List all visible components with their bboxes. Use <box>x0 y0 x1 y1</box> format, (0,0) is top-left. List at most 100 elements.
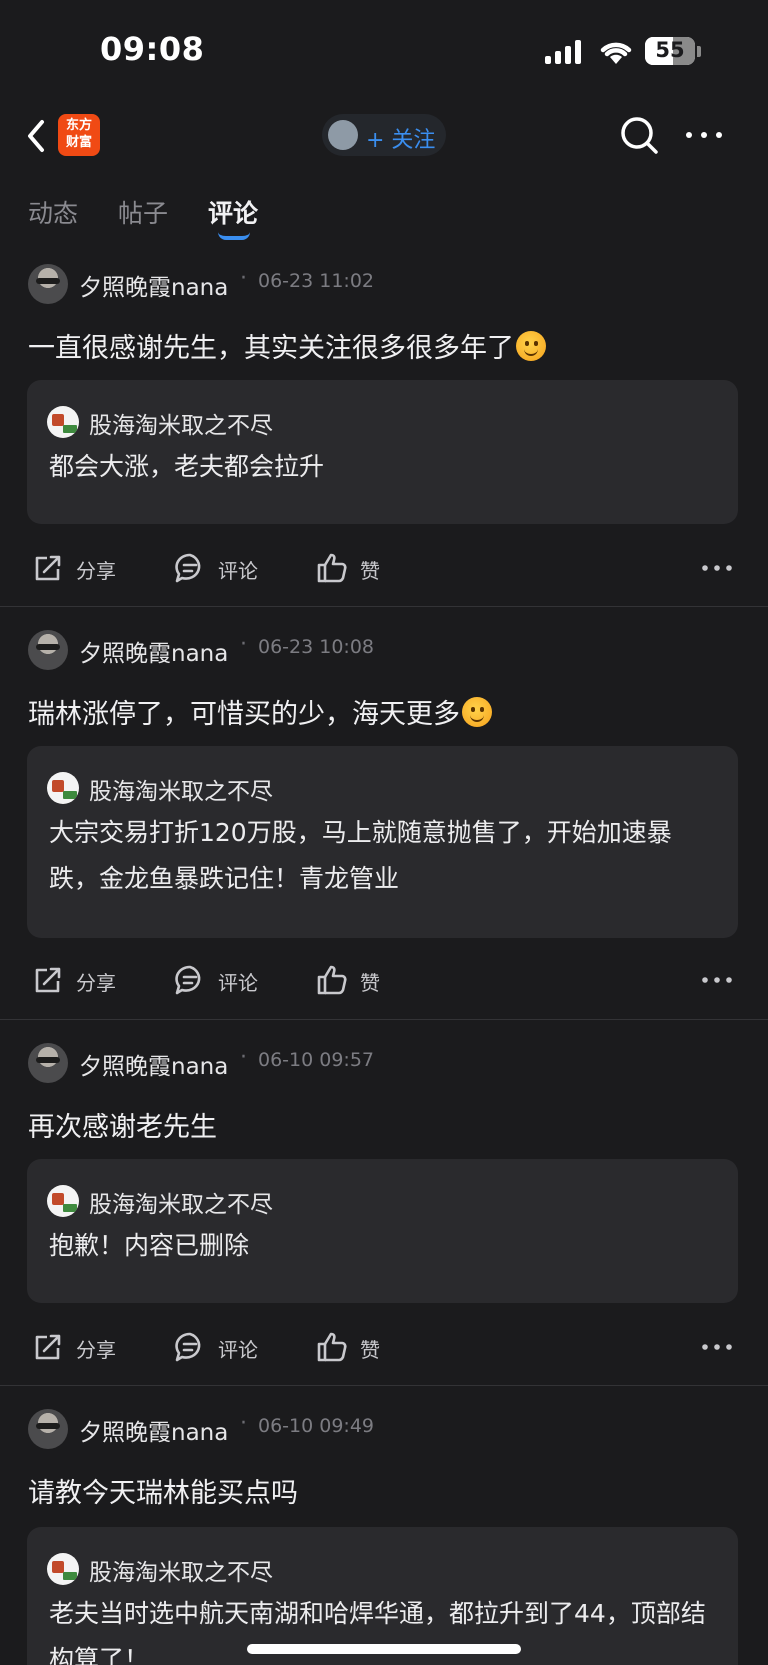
battery-icon: 55 <box>645 37 695 65</box>
timestamp: 06-23 10:08 <box>258 636 375 658</box>
comment-item: 夕照晚霞nana · 06-23 11:02 一直很感谢先生，其实关注很多很多年… <box>0 262 768 608</box>
divider <box>0 1385 768 1386</box>
timestamp: 06-10 09:57 <box>258 1049 375 1071</box>
comment-label: 评论 <box>218 971 258 995</box>
logo-line-1: 东方 <box>65 118 92 133</box>
comment-button[interactable]: 评论 <box>174 1325 264 1369</box>
tab-posts[interactable]: 帖子 <box>118 194 168 230</box>
like-label: 赞 <box>360 971 380 995</box>
like-label: 赞 <box>360 559 380 583</box>
quoted-author: 股海淘米取之不尽 <box>89 413 273 439</box>
status-time: 09:08 <box>100 30 205 68</box>
like-button[interactable]: 赞 <box>316 546 396 590</box>
like-button[interactable]: 赞 <box>316 1325 396 1369</box>
quoted-header: 股海淘米取之不尽 <box>47 404 647 440</box>
search-icon[interactable] <box>618 114 660 156</box>
logo-line-2: 财富 <box>65 135 92 150</box>
action-bar: 分享 评论 赞 <box>0 1325 768 1369</box>
more-options-icon[interactable] <box>682 114 726 156</box>
share-button[interactable]: 分享 <box>32 1325 122 1369</box>
tab-dynamics[interactable]: 动态 <box>28 194 78 230</box>
comment-text-content: 一直很感谢先生，其实关注很多很多年了 <box>28 333 514 364</box>
thumbs-up-icon <box>317 1332 347 1362</box>
comment-header: 夕照晚霞nana · 06-10 09:49 <box>28 1407 728 1451</box>
back-arrow-icon[interactable] <box>22 116 52 156</box>
more-icon[interactable] <box>700 1333 734 1361</box>
timestamp: 06-10 09:49 <box>258 1415 375 1437</box>
tab-comments[interactable]: 评论 <box>208 194 258 230</box>
profile-avatar <box>328 120 358 150</box>
action-bar: 分享 评论 赞 <box>0 958 768 1002</box>
comment-item: 夕照晚霞nana · 06-10 09:49 请教今天瑞林能买点吗 股海淘米取之… <box>0 1407 768 1665</box>
comment-header: 夕照晚霞nana · 06-23 11:02 <box>28 262 728 306</box>
quoted-author-avatar <box>47 1185 79 1217</box>
avatar[interactable] <box>28 1409 68 1449</box>
quoted-post[interactable]: 股海淘米取之不尽 抱歉！内容已删除 <box>27 1159 738 1303</box>
quoted-text: 大宗交易打折120万股，马上就随意抛售了，开始加速暴跌，金龙鱼暴跌记住！青龙管业 <box>49 818 672 893</box>
quoted-author: 股海淘米取之不尽 <box>89 1560 273 1586</box>
avatar[interactable] <box>28 630 68 670</box>
username[interactable]: 夕照晚霞nana <box>79 634 228 668</box>
comment-text[interactable]: 一直很感谢先生，其实关注很多很多年了 <box>28 326 546 365</box>
avatar[interactable] <box>28 264 68 304</box>
smile-emoji-icon <box>462 697 492 727</box>
comment-text[interactable]: 瑞林涨停了，可惜买的少，海天更多 <box>28 692 492 731</box>
username[interactable]: 夕照晚霞nana <box>79 1047 228 1081</box>
status-bar: 09:08 55 <box>0 0 768 100</box>
share-label: 分享 <box>76 559 116 583</box>
profile-tabs: 动态 帖子 评论 <box>0 178 768 240</box>
share-icon <box>35 1334 61 1360</box>
quoted-author-avatar <box>47 772 79 804</box>
action-bar: 分享 评论 赞 <box>0 546 768 590</box>
username[interactable]: 夕照晚霞nana <box>79 268 228 302</box>
quoted-header: 股海淘米取之不尽 <box>47 1551 647 1587</box>
follow-label: + 关注 <box>366 128 436 153</box>
timestamp: 06-23 11:02 <box>258 270 375 292</box>
comment-header: 夕照晚霞nana · 06-10 09:57 <box>28 1041 728 1085</box>
separator-dot: · <box>240 266 247 291</box>
comment-icon <box>175 965 201 995</box>
thumbs-up-icon <box>317 553 347 583</box>
battery-tip <box>697 46 701 57</box>
comment-icon <box>175 553 201 583</box>
comment-text[interactable]: 请教今天瑞林能买点吗 <box>28 1471 298 1510</box>
comment-text[interactable]: 再次感谢老先生 <box>28 1105 217 1144</box>
quoted-post[interactable]: 股海淘米取之不尽 都会大涨，老夫都会拉升 <box>27 380 738 524</box>
share-button[interactable]: 分享 <box>32 958 122 1002</box>
avatar[interactable] <box>28 1043 68 1083</box>
smile-emoji-icon <box>516 331 546 361</box>
share-icon <box>35 967 61 993</box>
more-icon[interactable] <box>700 554 734 582</box>
app-logo: 东方 财富 <box>58 114 100 156</box>
wifi-icon <box>600 42 632 64</box>
share-button[interactable]: 分享 <box>32 546 122 590</box>
divider <box>0 606 768 607</box>
separator-dot: · <box>240 1411 247 1436</box>
like-button[interactable]: 赞 <box>316 958 396 1002</box>
share-label: 分享 <box>76 1338 116 1362</box>
separator-dot: · <box>240 632 247 657</box>
comment-label: 评论 <box>218 559 258 583</box>
username[interactable]: 夕照晚霞nana <box>79 1413 228 1447</box>
comment-item: 夕照晚霞nana · 06-23 10:08 瑞林涨停了，可惜买的少，海天更多 … <box>0 628 768 1020</box>
quoted-author-avatar <box>47 406 79 438</box>
comment-item: 夕照晚霞nana · 06-10 09:57 再次感谢老先生 股海淘米取之不尽 … <box>0 1041 768 1385</box>
comment-button[interactable]: 评论 <box>174 546 264 590</box>
quoted-header: 股海淘米取之不尽 <box>47 770 647 806</box>
active-tab-indicator <box>218 232 250 240</box>
follow-button[interactable]: + 关注 <box>322 114 446 156</box>
comment-button[interactable]: 评论 <box>174 958 264 1002</box>
like-label: 赞 <box>360 1338 380 1362</box>
quoted-author-avatar <box>47 1553 79 1585</box>
comment-text-content: 瑞林涨停了，可惜买的少，海天更多 <box>28 699 460 730</box>
quoted-post[interactable]: 股海淘米取之不尽 大宗交易打折120万股，马上就随意抛售了，开始加速暴跌，金龙鱼… <box>27 746 738 938</box>
comment-header: 夕照晚霞nana · 06-23 10:08 <box>28 628 728 672</box>
comment-icon <box>175 1332 201 1362</box>
divider <box>0 1019 768 1020</box>
home-indicator <box>247 1644 521 1654</box>
battery-level: 55 <box>655 38 685 62</box>
more-icon[interactable] <box>700 966 734 994</box>
quoted-author: 股海淘米取之不尽 <box>89 1192 273 1218</box>
cellular-signal-icon <box>545 40 585 64</box>
share-label: 分享 <box>76 971 116 995</box>
